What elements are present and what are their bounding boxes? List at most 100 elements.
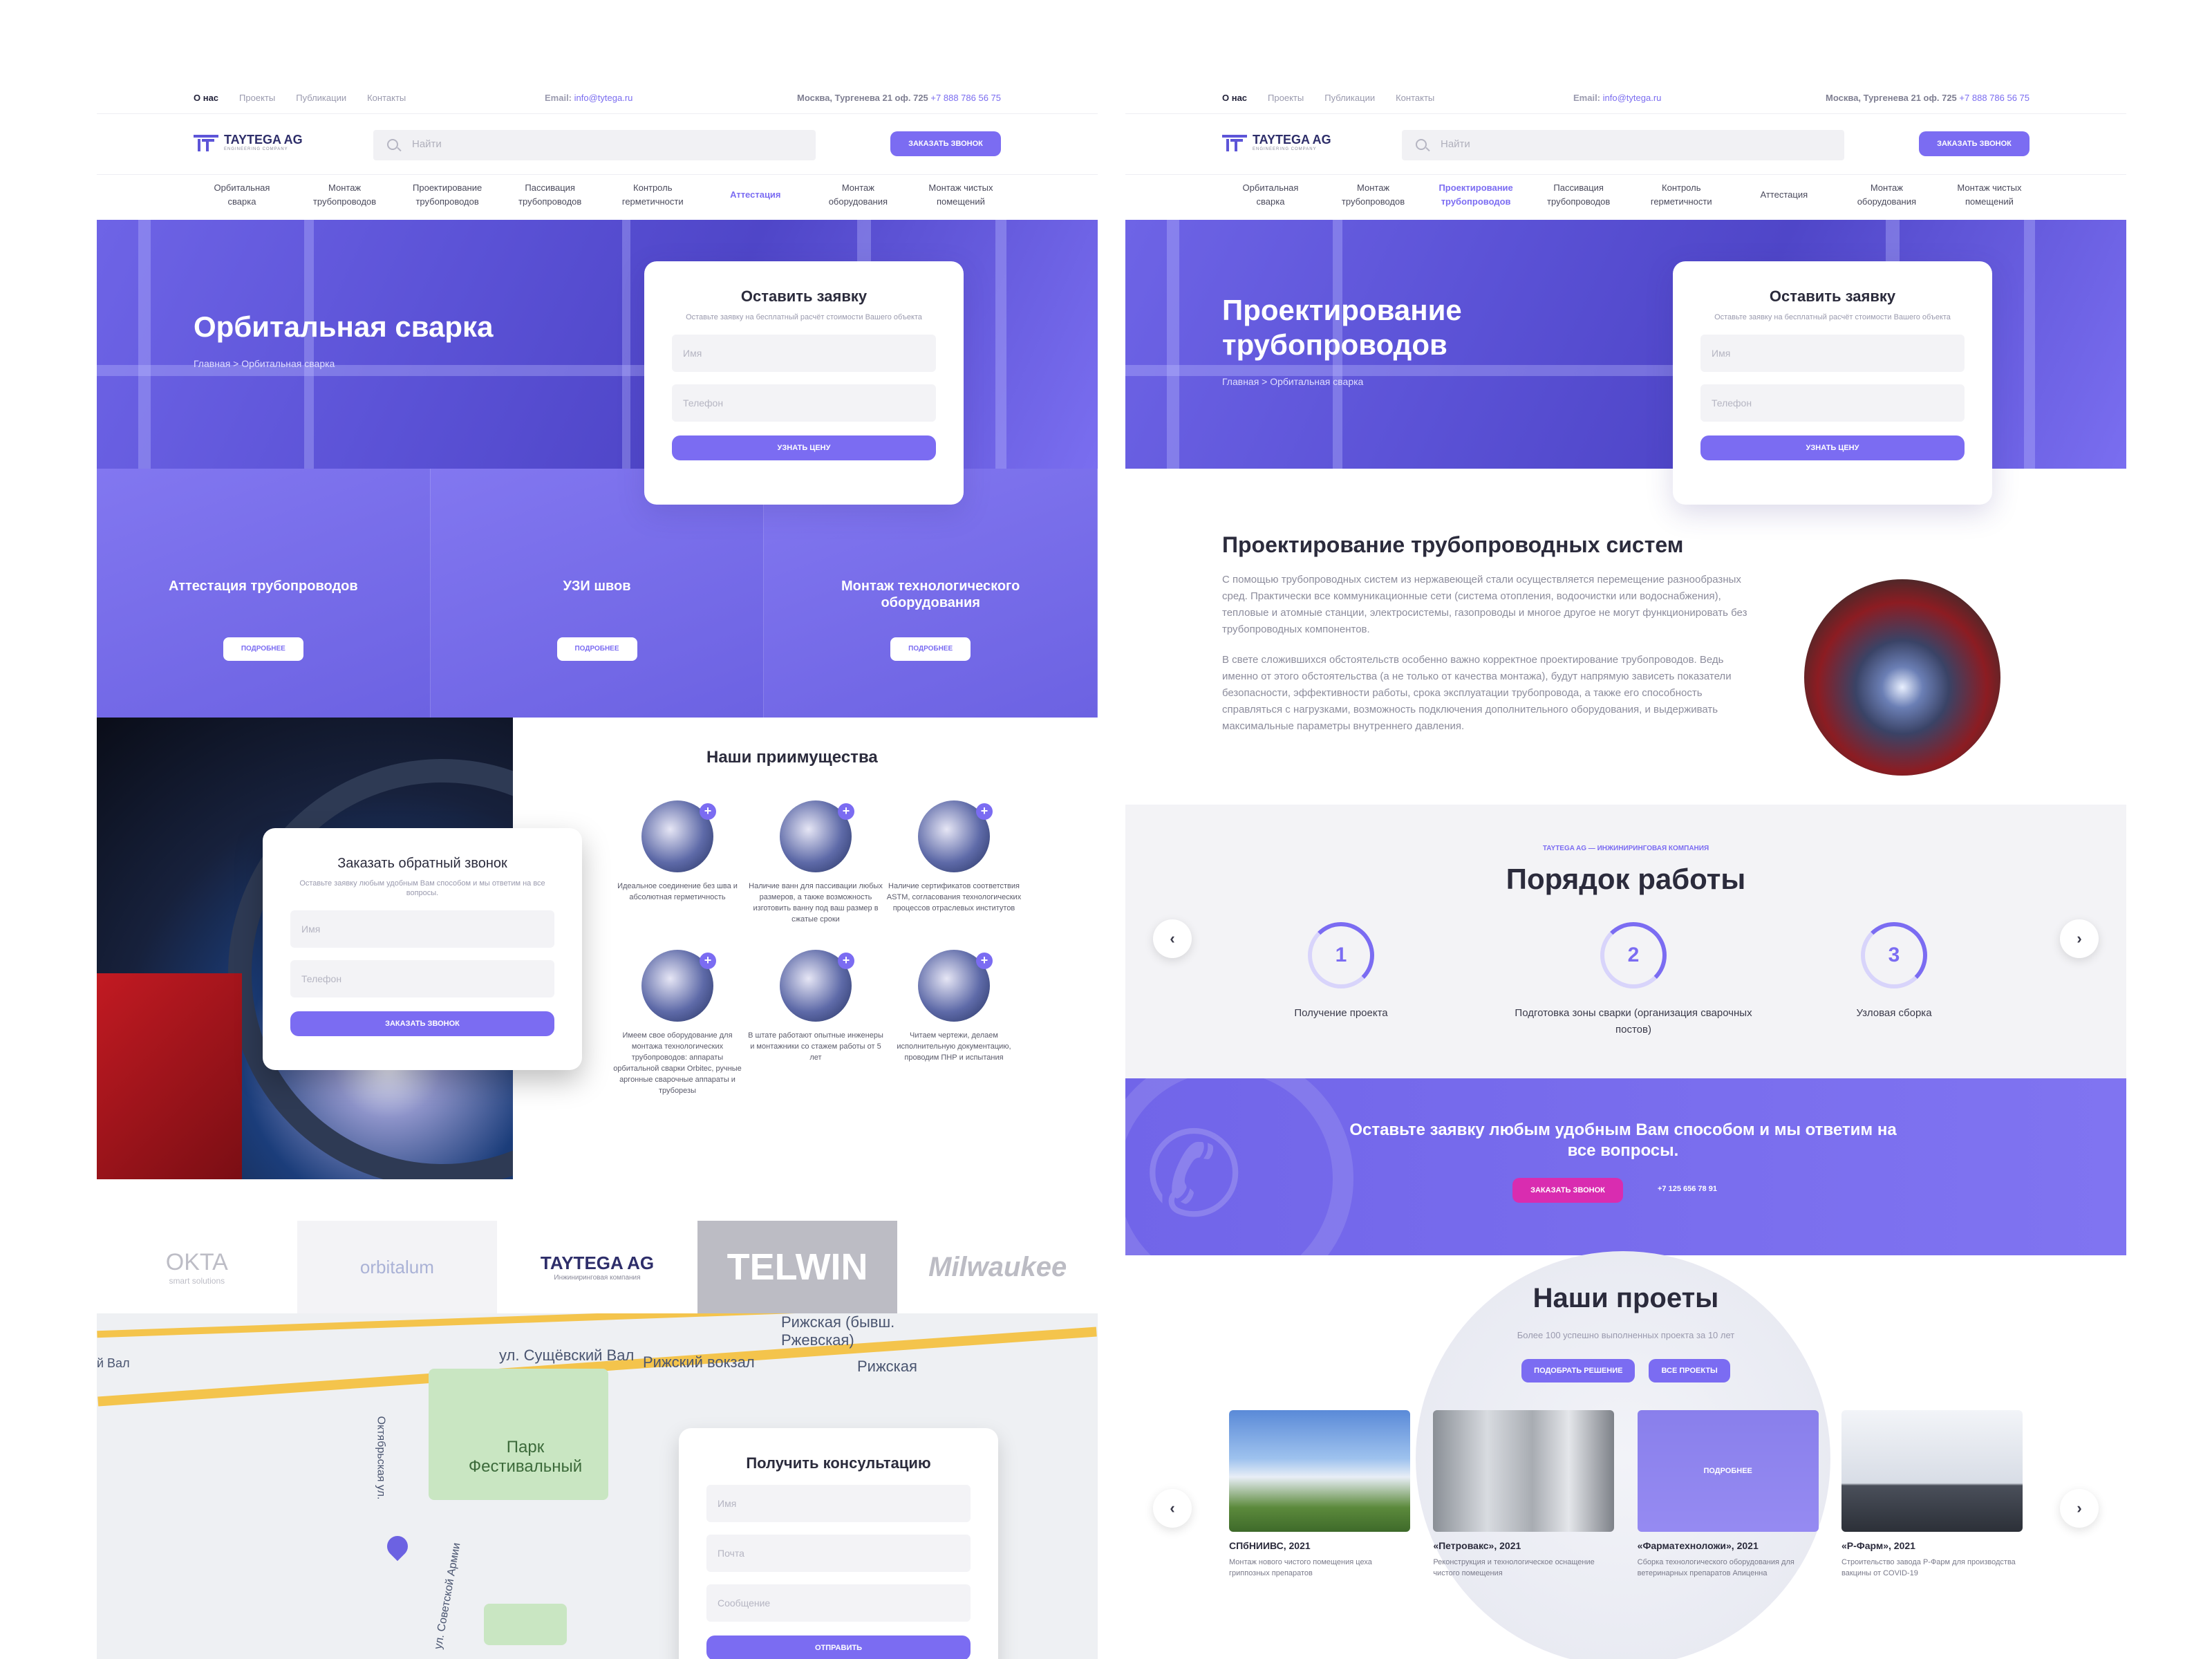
prev-arrow-icon[interactable]: ‹ (1153, 1489, 1192, 1528)
cat-passivation[interactable]: Пассивация трубопроводов (1537, 181, 1620, 209)
order-call-button[interactable]: ЗАКАЗАТЬ ЗВОНОК (1512, 1178, 1623, 1203)
tile-certification[interactable]: Аттестация трубопроводов ПОДРОБНЕЕ (97, 469, 431, 718)
logo[interactable]: TAYTEGA AG ENGINEERING COMPANY (1222, 133, 1331, 151)
name-field[interactable]: Имя (672, 335, 936, 372)
topnav-contacts[interactable]: Контакты (1396, 93, 1434, 103)
cat-pipe-design[interactable]: Проектирование трубопроводов (1434, 181, 1517, 209)
order-call-button[interactable]: ЗАКАЗАТЬ ЗВОНОК (1919, 131, 2030, 156)
form-title: Оставить заявку (740, 288, 868, 305)
tile-equipment[interactable]: Монтаж технологического оборудования ПОД… (764, 469, 1098, 718)
callback-title: Заказать обратный звонок (337, 856, 507, 871)
address-info: Москва, Тургенева 21 оф. 725 +7 888 786 … (1826, 93, 2030, 103)
phone-field[interactable]: Телефон (672, 384, 936, 422)
header: TAYTEGA AG ENGINEERING COMPANY Найти ЗАКА… (97, 122, 1098, 170)
plus-icon[interactable]: + (976, 953, 993, 969)
divider (97, 174, 1098, 175)
breadcrumb[interactable]: Главная > Орбитальная сварка (194, 358, 335, 369)
order-call-button[interactable]: ЗАКАЗАТЬ ЗВОНОК (290, 1011, 554, 1036)
more-button[interactable]: ПОДРОБНЕЕ (890, 637, 971, 661)
search-input[interactable]: Найти (373, 130, 816, 160)
cat-passivation[interactable]: Пассивация трубопроводов (509, 181, 592, 209)
cat-cleanrooms[interactable]: Монтаж чистых помещений (919, 181, 1002, 209)
map-pin-icon[interactable] (382, 1531, 413, 1562)
more-button[interactable]: ПОДРОБНЕЕ (556, 637, 637, 661)
tile-ultrasonic[interactable]: УЗИ швов ПОДРОБНЕЕ (430, 469, 765, 718)
email-link[interactable]: info@tytega.ru (574, 93, 633, 103)
advantages-title: Наши приимущества (706, 748, 878, 767)
section-title: Проектирование трубопроводных систем (1222, 532, 1684, 557)
email-field[interactable]: Почта (706, 1535, 971, 1572)
plus-icon[interactable]: + (838, 803, 854, 820)
plus-icon[interactable]: + (700, 803, 716, 820)
cat-cleanrooms[interactable]: Монтаж чистых помещений (1948, 181, 2031, 209)
cat-pipe-design[interactable]: Проектирование трубопроводов (406, 181, 489, 209)
cat-orbital[interactable]: Орбитальная сварка (200, 181, 283, 209)
partner-okta[interactable]: OKTA smart solutions (97, 1221, 297, 1313)
plus-icon[interactable]: + (976, 803, 993, 820)
top-nav: О нас Проекты Публикации Контакты Email:… (97, 90, 1098, 108)
phone-link[interactable]: +7 888 786 56 75 (930, 93, 1001, 103)
topnav-about[interactable]: О нас (194, 93, 218, 103)
plus-icon[interactable]: + (700, 953, 716, 969)
send-button[interactable]: ОТПРАВИТЬ (706, 1635, 971, 1659)
partner-taytega[interactable]: TAYTEGA AG Инжиниринговая компания (497, 1221, 697, 1313)
partner-telwin[interactable]: TELWIN (697, 1221, 898, 1313)
name-field[interactable]: Имя (706, 1485, 971, 1522)
cat-equipment[interactable]: Монтаж оборудования (1845, 181, 1928, 209)
hero-title: Проектирование трубопроводов (1222, 294, 1462, 361)
project-card[interactable]: ПОДРОБНЕЕ «Фарматехноложи», 2021 Сборка т… (1637, 1410, 1819, 1579)
cta-phone[interactable]: +7 125 656 78 91 (1658, 1185, 1717, 1193)
project-card[interactable]: СПбНИИВС, 2021 Монтаж нового чистого поме… (1229, 1410, 1410, 1579)
email-link[interactable]: info@tytega.ru (1603, 93, 1662, 103)
topnav-projects[interactable]: Проекты (239, 93, 275, 103)
project-card[interactable]: «Петровакс», 2021 Реконструкция и техноло… (1433, 1410, 1615, 1579)
consultation-form: Получить консультацию Имя Почта Сообщени… (679, 1428, 998, 1659)
phone-field[interactable]: Телефон (1700, 384, 1965, 422)
find-solution-button[interactable]: ПОДОБРАТЬ РЕШЕНИЕ (1521, 1359, 1635, 1382)
project-card[interactable]: «Р-Фарм», 2021 Строительство завода Р-Фар… (1841, 1410, 2023, 1579)
cat-pipe-install[interactable]: Монтаж трубопроводов (1332, 181, 1415, 209)
step-item: 1 Получение проекта (1237, 922, 1445, 1022)
cat-leak-control[interactable]: Контроль герметичности (611, 181, 694, 209)
cat-orbital[interactable]: Орбитальная сварка (1229, 181, 1312, 209)
order-call-button[interactable]: ЗАКАЗАТЬ ЗВОНОК (890, 131, 1001, 156)
plus-icon[interactable]: + (838, 953, 854, 969)
advantages-section: Заказать обратный звонок Оставьте заявку… (97, 718, 1098, 1179)
topnav-publications[interactable]: Публикации (296, 93, 346, 103)
next-arrow-icon[interactable]: › (2060, 919, 2099, 958)
search-input[interactable]: Найти (1402, 130, 1844, 160)
breadcrumb[interactable]: Главная > Орбитальная сварка (1222, 376, 1363, 387)
more-button[interactable]: ПОДРОБНЕЕ (223, 637, 303, 661)
topnav-projects[interactable]: Проекты (1268, 93, 1304, 103)
welder-photo (1804, 579, 2000, 776)
order-kicker: TAYTEGA AG — ИНЖИНИРИНГОВАЯ КОМПАНИЯ (1542, 845, 1709, 852)
advantage-item: + Читаем чертежи, делаем исполнительную д… (885, 950, 1023, 1096)
next-arrow-icon[interactable]: › (2060, 1489, 2099, 1528)
cat-equipment[interactable]: Монтаж оборудования (816, 181, 899, 209)
cat-certification[interactable]: Аттестация (1743, 181, 1826, 209)
topnav-about[interactable]: О нас (1222, 93, 1247, 103)
phone-link[interactable]: +7 888 786 56 75 (1959, 93, 2030, 103)
cat-certification[interactable]: Аттестация (714, 181, 797, 209)
form-desc: Оставьте заявку на бесплатный расчёт сто… (1714, 313, 1951, 321)
name-field[interactable]: Имя (1700, 335, 1965, 372)
cat-pipe-install[interactable]: Монтаж трубопроводов (303, 181, 386, 209)
all-projects-button[interactable]: ВСЕ ПРОЕКТЫ (1649, 1359, 1730, 1382)
partner-orbitalum[interactable]: orbitalum (297, 1221, 498, 1313)
consult-title: Получить консультацию (746, 1454, 931, 1472)
get-price-button[interactable]: УЗНАТЬ ЦЕНУ (672, 435, 936, 460)
get-price-button[interactable]: УЗНАТЬ ЦЕНУ (1700, 435, 1965, 460)
more-overlay[interactable]: ПОДРОБНЕЕ (1637, 1410, 1819, 1532)
callback-form: Заказать обратный звонок Оставьте заявку… (263, 828, 582, 1070)
phone-field[interactable]: Телефон (290, 960, 554, 997)
name-field[interactable]: Имя (290, 910, 554, 948)
message-field[interactable]: Сообщение (706, 1584, 971, 1622)
logo-mark-icon (1222, 133, 1247, 151)
topnav-contacts[interactable]: Контакты (367, 93, 406, 103)
category-nav: Орбитальная сварка Монтаж трубопроводов … (1229, 181, 2031, 209)
logo[interactable]: TAYTEGA AG ENGINEERING COMPANY (194, 133, 303, 151)
topnav-publications[interactable]: Публикации (1324, 93, 1375, 103)
prev-arrow-icon[interactable]: ‹ (1153, 919, 1192, 958)
partner-milwaukee[interactable]: Milwaukee (897, 1221, 1098, 1313)
cat-leak-control[interactable]: Контроль герметичности (1640, 181, 1723, 209)
